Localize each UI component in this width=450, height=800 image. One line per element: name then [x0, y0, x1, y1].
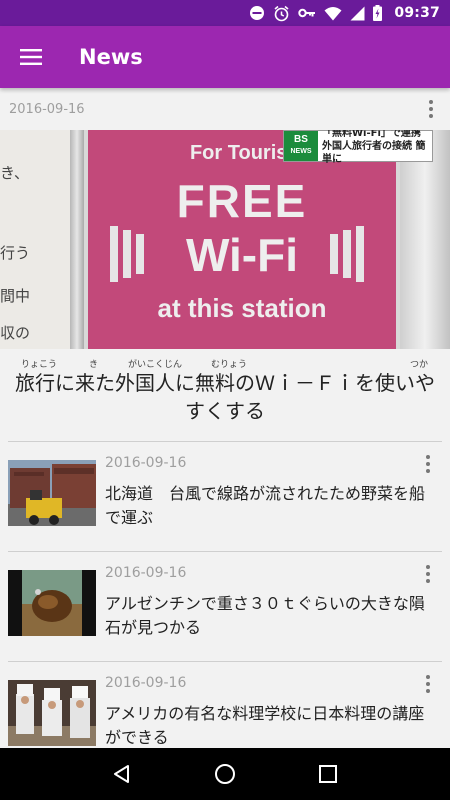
item-date: 2016-09-16	[105, 565, 187, 581]
status-time: 09:37	[394, 5, 440, 21]
item-date: 2016-09-16	[105, 455, 187, 471]
system-nav-bar	[0, 748, 450, 800]
overflow-menu-icon[interactable]	[418, 452, 438, 476]
hero-headline: 旅行に来た外国人に無料のＷｉ－Ｆｉを使いやすくする	[15, 371, 435, 423]
thumbnail-meteorite	[8, 570, 96, 636]
overflow-menu-icon[interactable]	[418, 672, 438, 696]
list-item[interactable]: 2016-09-16 アルゼンチンで重さ３０ｔぐらいの大きな隕石が見つかる	[8, 552, 442, 662]
home-icon[interactable]	[205, 754, 245, 794]
wifi-bars-left	[110, 226, 144, 282]
recents-icon[interactable]	[308, 754, 348, 794]
item-title: アルゼンチンで重さ３０ｔぐらいの大きな隕石が見つかる	[105, 594, 425, 637]
app-bar: News	[0, 26, 450, 88]
furigana: りょこう き がいこくじん むりょう つか	[21, 360, 429, 370]
list-item[interactable]: 2016-09-16 アメリカの有名な料理学校に日本料理の講座ができる	[8, 662, 442, 748]
hero-title[interactable]: りょこう き がいこくじん むりょう つか 旅行に来た外国人に無料のＷｉ－Ｆｉを…	[0, 349, 450, 441]
item-date: 2016-09-16	[105, 675, 187, 691]
pillar	[70, 130, 84, 349]
thumbnail-containers	[8, 460, 96, 526]
list-item[interactable]: 2016-09-16 北海道 台風で線路が流されたため野菜を船で運ぶ	[8, 442, 442, 552]
battery-charging-icon	[373, 5, 383, 21]
thumbnail-chefs	[8, 680, 96, 746]
overflow-menu-icon[interactable]	[421, 97, 441, 121]
item-title: アメリカの有名な料理学校に日本料理の講座ができる	[105, 704, 425, 747]
hero-image[interactable]: き、 行う 間中 収の For Tourist FREE Wi-Fi at th…	[0, 130, 450, 349]
item-title: 北海道 台風で線路が流されたため野菜を船で運ぶ	[105, 484, 426, 527]
news-list[interactable]: 2016-09-16 き、 行う 間中 収の For Tourist FREE …	[0, 88, 450, 748]
alarm-icon	[273, 5, 290, 22]
hero-article[interactable]: 2016-09-16 き、 行う 間中 収の For Tourist FREE …	[0, 88, 450, 441]
wifi-bars-right	[330, 226, 364, 282]
hero-header: 2016-09-16	[0, 88, 450, 130]
back-icon[interactable]	[102, 754, 142, 794]
signal-icon	[350, 6, 365, 21]
overflow-menu-icon[interactable]	[418, 562, 438, 586]
hamburger-menu-icon[interactable]	[0, 26, 62, 88]
wifi-icon	[324, 6, 342, 21]
bs-news-logo: BS NEWS	[284, 131, 318, 161]
background-sign: き、 行う 間中 収の	[0, 130, 72, 349]
hero-date: 2016-09-16	[9, 101, 85, 117]
status-bar: 09:37	[0, 0, 450, 26]
vpn-key-icon	[298, 7, 316, 19]
page-title: News	[79, 45, 143, 69]
news-caption-overlay: BS NEWS 「無料Wi-Fi」で連携 外国人旅行者の接続 簡単に	[283, 130, 433, 165]
do-not-disturb-icon	[249, 5, 265, 21]
